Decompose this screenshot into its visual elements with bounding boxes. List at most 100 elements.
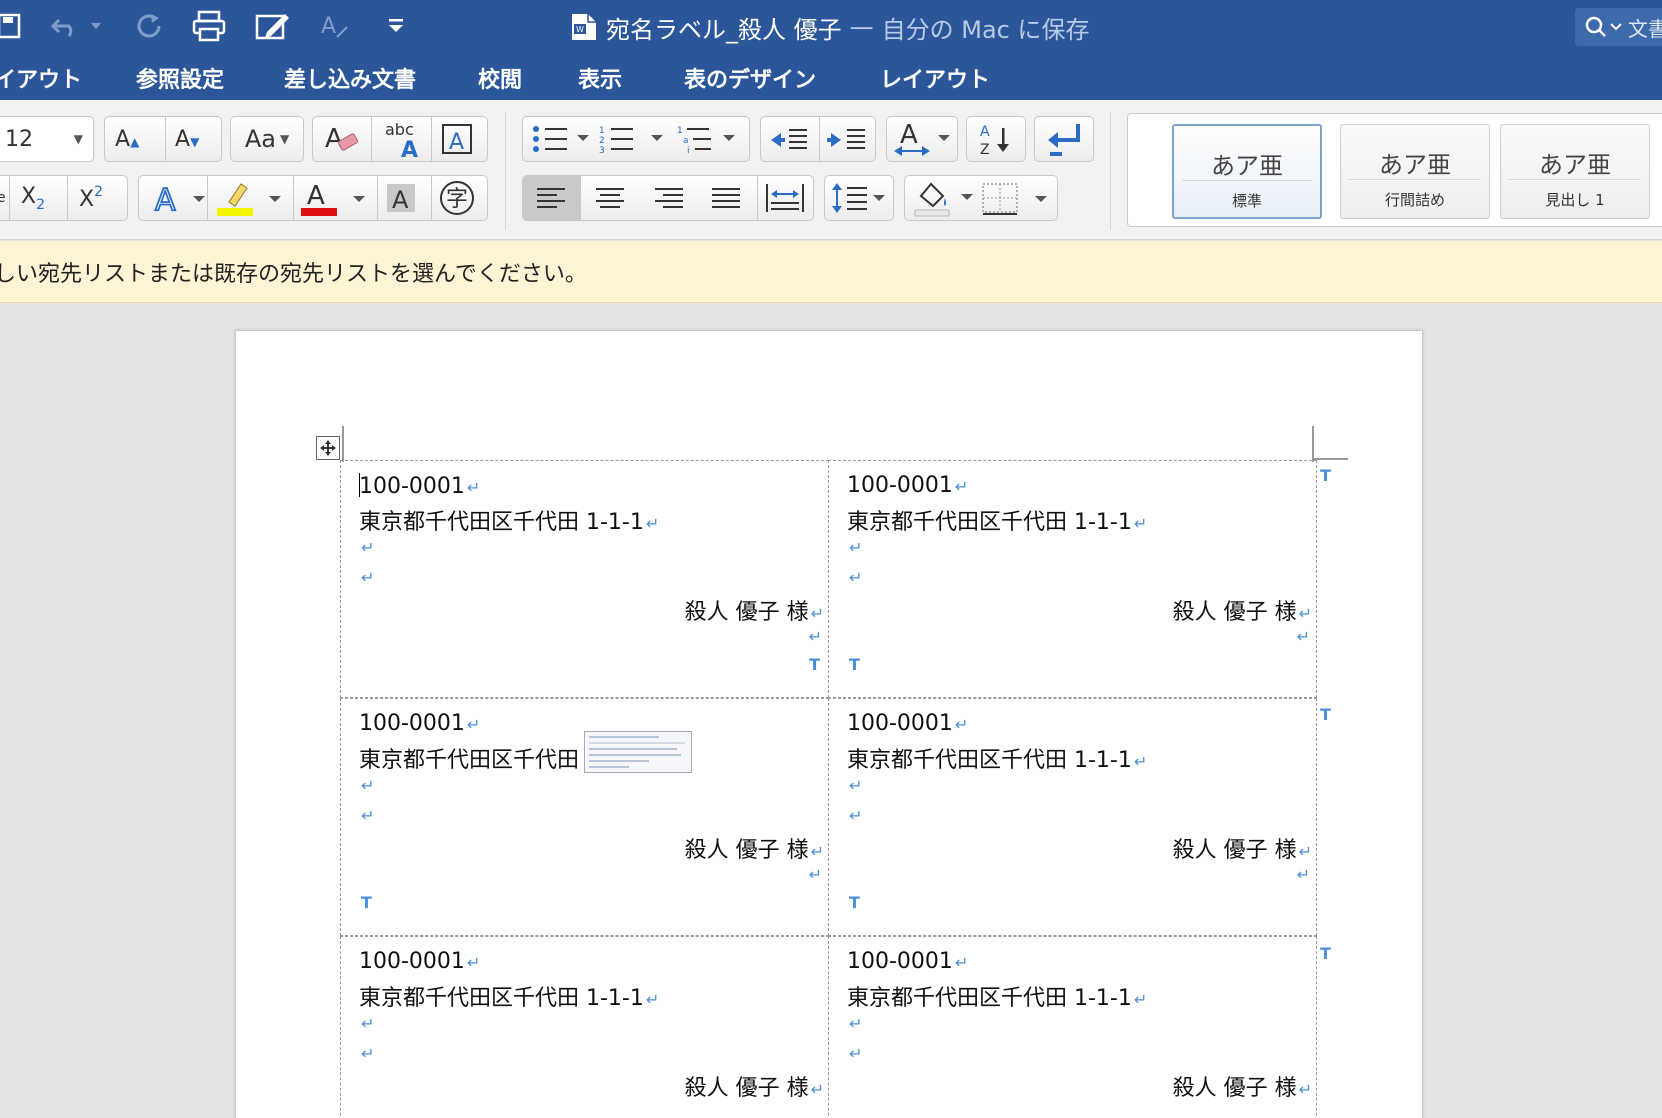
superscript-button[interactable]: X2 <box>79 184 103 212</box>
tab-table-layout[interactable]: レイアウト <box>880 56 990 100</box>
shrink-font-button[interactable]: A▼ <box>175 127 199 152</box>
script-group: e X2 X2 <box>0 175 128 221</box>
postal-code-line: 100-0001 ↵ <box>847 949 968 974</box>
align-left-button[interactable] <box>523 176 581 220</box>
strikethrough-partial[interactable]: e <box>0 190 6 206</box>
enclose-characters-button[interactable]: 字 <box>439 180 477 224</box>
line-spacing-button[interactable] <box>824 175 894 221</box>
distributed-button[interactable] <box>765 184 805 218</box>
paragraph-mark-icon: ↵ <box>810 604 824 623</box>
paragraph-mark-icon: ↵ <box>361 538 375 557</box>
increase-indent-icon <box>827 129 865 149</box>
label-cell[interactable]: 100-0001 ↵ 東京都千代田区千代田 1-1-1 ↵ ↵ ↵ 殺人 優子 様 ↵… <box>828 698 1317 936</box>
recipient-name-line: 殺人 優子 様 ↵ <box>1173 1070 1312 1102</box>
align-right-button[interactable] <box>653 186 683 216</box>
search-box[interactable]: 文書 <box>1575 8 1662 46</box>
subscript-button[interactable]: X2 <box>21 184 45 213</box>
borders-button[interactable] <box>981 180 1055 224</box>
divider <box>165 117 166 161</box>
address: 東京都千代田区千代田 1-1-1 <box>847 986 1132 1011</box>
undo-icon[interactable] <box>46 6 86 46</box>
postal-code-line: 100-0001 ↵ <box>847 473 968 498</box>
character-border-icon: A <box>442 124 472 155</box>
svg-text:2: 2 <box>599 136 605 146</box>
tab-view[interactable]: 表示 <box>578 56 622 100</box>
address: 東京都千代田区千代田 1-1-1 <box>847 748 1132 773</box>
text-effects-button[interactable]: A <box>153 180 209 222</box>
address: 東京都千代田区千代田 1-1-1 <box>359 510 644 535</box>
bullets-button[interactable] <box>531 123 593 161</box>
address: 東京都千代田区千代田 <box>359 748 580 773</box>
tab-review[interactable]: 校閲 <box>478 56 522 100</box>
svg-text:A: A <box>321 14 336 39</box>
decrease-indent-button[interactable] <box>769 125 809 161</box>
format-painter-icon[interactable]: A <box>316 6 352 46</box>
numbering-button[interactable]: 123 <box>599 123 671 161</box>
print-icon[interactable] <box>188 6 230 46</box>
tab-mailings[interactable]: 差し込み文書 <box>284 56 416 100</box>
postal-code: 100-0001 <box>359 711 465 736</box>
message-bar: しい宛先リストまたは既存の宛先リストを選んでください。 <box>0 241 1662 303</box>
show-formatting-button[interactable] <box>1034 116 1094 162</box>
label-cell[interactable]: 100-0001 ↵ 東京都千代田区千代田 1-1-1 ↵ ↵ ↵ 殺人 優子 様 ↵ <box>828 936 1317 1118</box>
style-heading-1[interactable]: あア亜 見出し 1 <box>1500 124 1650 219</box>
shading-button[interactable] <box>911 178 977 224</box>
divider <box>431 117 432 161</box>
paragraph-mark-icon: ↵ <box>361 776 375 795</box>
grow-font-button[interactable]: A▲ <box>115 127 139 152</box>
postal-code-line: 100-0001 ↵ <box>359 473 480 499</box>
move-icon <box>320 440 336 456</box>
sort-button[interactable]: AZ <box>966 116 1026 162</box>
thumbnail-row <box>589 736 659 738</box>
style-normal[interactable]: あア亜 標準 <box>1172 124 1322 219</box>
recipient-name-line: 殺人 優子 様 ↵ <box>685 832 824 864</box>
character-shading-button[interactable]: A <box>385 182 419 220</box>
address-line: 東京都千代田区千代田 <box>359 742 579 774</box>
recipient-name-line: 殺人 優子 様 ↵ <box>1173 832 1312 864</box>
divider <box>819 117 820 161</box>
distributed-icon <box>766 184 804 212</box>
highlight-button[interactable] <box>215 180 287 224</box>
undo-dropdown-icon[interactable] <box>88 6 104 46</box>
paragraph-mark-icon: ↵ <box>810 1080 824 1099</box>
redo-icon[interactable] <box>132 6 168 46</box>
paragraph-mark-icon: ↵ <box>361 806 375 825</box>
ribbon-group-divider <box>505 112 506 230</box>
phonetic-guide-button[interactable]: abc A <box>379 119 425 165</box>
clear-formatting-button[interactable]: A <box>323 123 361 163</box>
postal-code: 100-0001 <box>847 949 953 974</box>
tab-table-design[interactable]: 表のデザイン <box>684 56 816 100</box>
label-cell[interactable]: 100-0001 ↵ 東京都千代田区千代田 1-1-1 ↵ ↵ ↵ 殺人 優子 様 ↵… <box>828 460 1317 698</box>
numbering-icon: 123 <box>599 126 663 156</box>
style-name: 標準 <box>1231 192 1262 210</box>
font-color-button[interactable]: A <box>299 178 371 224</box>
svg-text:A: A <box>401 138 418 159</box>
tab-references[interactable]: 参照設定 <box>136 56 224 100</box>
style-sample: あア亜 <box>1379 151 1451 179</box>
label-cell[interactable]: 100-0001 ↵ 東京都千代田区千代田 1-1-1 ↵ ↵ ↵ 殺人 優子 様 ↵… <box>340 460 829 698</box>
increase-indent-button[interactable] <box>827 125 867 161</box>
edit-document-icon[interactable] <box>252 6 294 46</box>
label-cell[interactable]: 100-0001 ↵ 東京都千代田区千代田 1-1-1 ↵ ↵ ↵ 殺人 優子 様 ↵ <box>340 936 829 1118</box>
multilevel-list-button[interactable]: 1ai <box>677 123 749 161</box>
paragraph-mark-icon: ↵ <box>1133 752 1148 771</box>
change-case-button[interactable]: Aa ▼ <box>230 116 304 162</box>
customize-toolbar-icon[interactable] <box>384 6 408 46</box>
drag-preview-thumbnail <box>584 731 692 773</box>
table-move-handle[interactable] <box>316 436 340 460</box>
align-right-icon <box>655 188 683 208</box>
paragraph-mark-icon: ↵ <box>849 806 863 825</box>
save-icon[interactable] <box>0 6 26 46</box>
justify-button[interactable] <box>711 186 741 216</box>
svg-text:A: A <box>980 124 990 140</box>
svg-text:a: a <box>683 136 689 146</box>
font-size-select[interactable]: 12 ▼ <box>0 116 94 162</box>
align-center-button[interactable] <box>595 186 625 216</box>
character-spacing-button[interactable]: A <box>886 116 958 162</box>
tab-layout[interactable]: イアウト <box>0 56 82 100</box>
paragraph-mark-icon: ↵ <box>1298 842 1312 861</box>
character-border-button[interactable]: A <box>441 123 475 163</box>
recipient-name-line: 殺人 優子 様 ↵ <box>1173 594 1312 626</box>
style-no-spacing[interactable]: あア亜 行間詰め <box>1340 124 1490 219</box>
title-bar: A W 宛名ラベル_殺人 優子 — 自分の Mac に保存 文書 <box>0 0 1662 56</box>
